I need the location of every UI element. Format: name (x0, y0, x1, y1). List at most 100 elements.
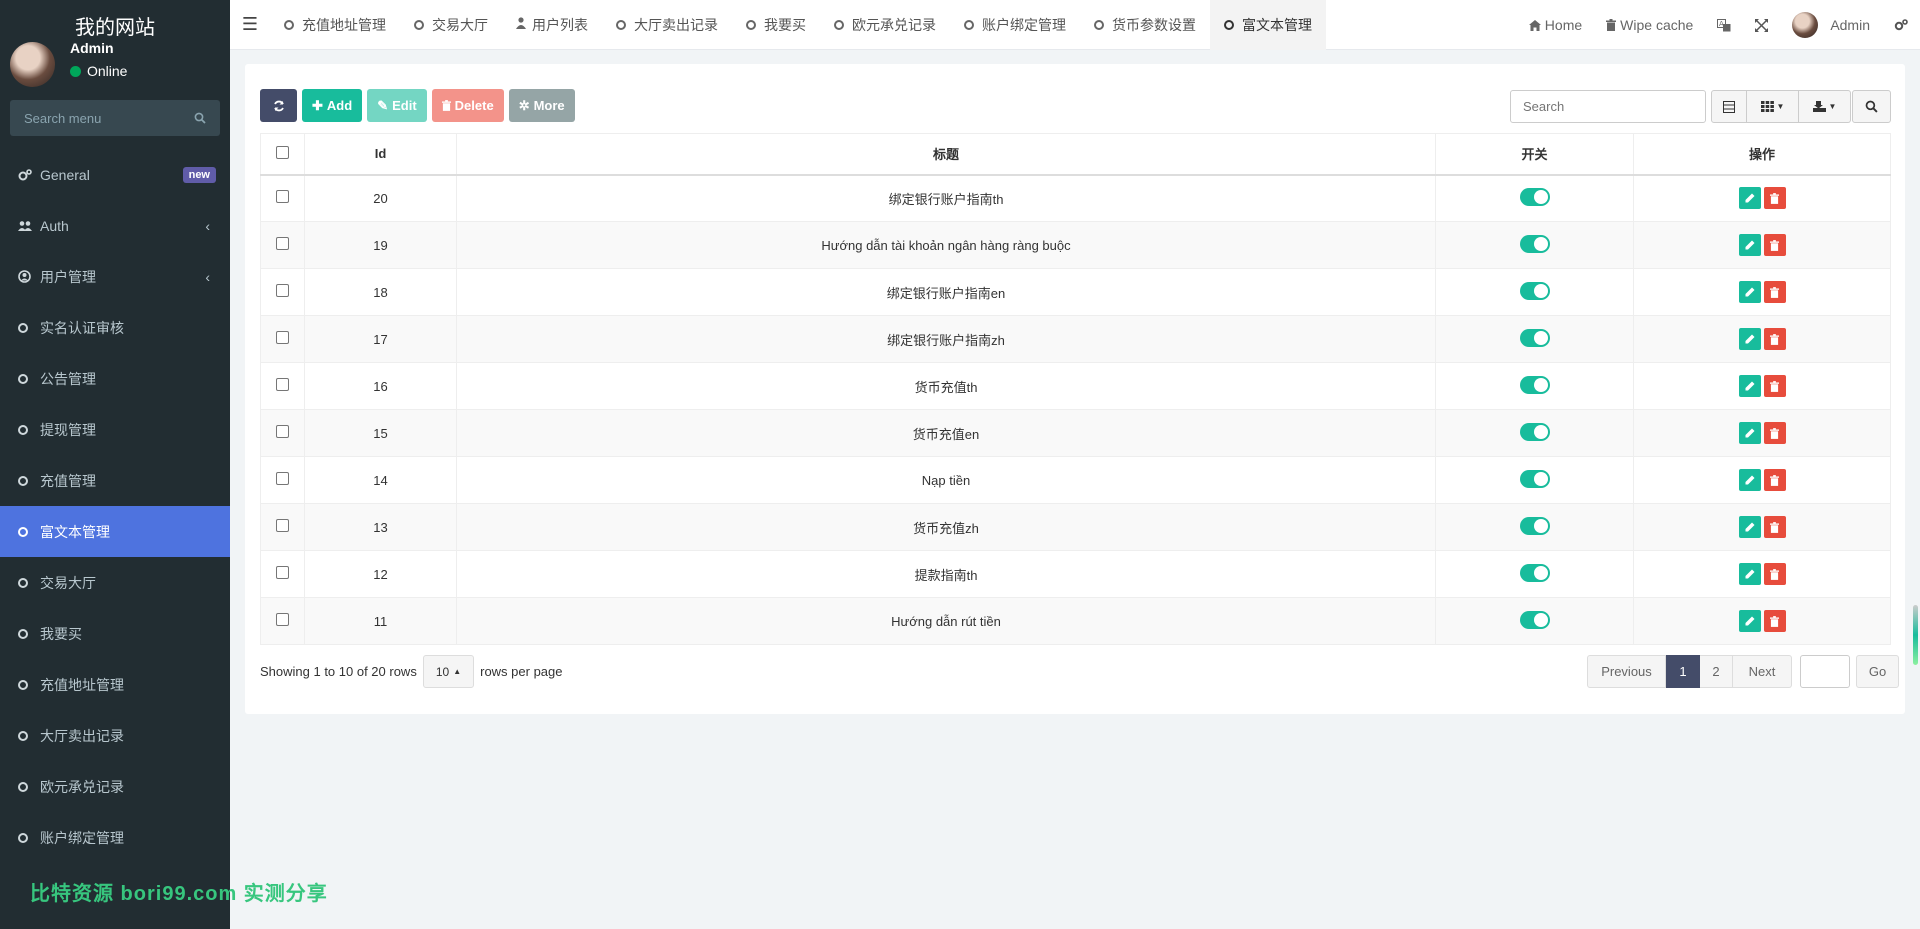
cell-title: 绑定银行账户指南th (456, 174, 1436, 222)
row-delete-button[interactable] (1763, 234, 1786, 256)
columns-dropdown-button[interactable]: ▼ (1747, 90, 1799, 123)
page-jump-input[interactable] (1800, 655, 1850, 688)
row-delete-button[interactable] (1763, 375, 1786, 397)
tab-buy[interactable]: 我要买 (732, 0, 820, 50)
row-checkbox[interactable] (276, 519, 289, 532)
admin-user-menu[interactable]: Admin (1780, 0, 1882, 50)
toggle-switch[interactable] (1519, 328, 1550, 347)
sidebar-item-richtext[interactable]: 富文本管理 (0, 506, 230, 557)
toggle-switch[interactable] (1519, 563, 1550, 582)
sidebar-item-user-management[interactable]: 用户管理 ‹ (0, 251, 230, 302)
row-checkbox[interactable] (276, 237, 289, 250)
row-edit-button[interactable] (1738, 281, 1761, 303)
sidebar-item-realname-review[interactable]: 实名认证审核 (0, 302, 230, 353)
user-status: Online (70, 63, 127, 79)
toggle-switch[interactable] (1519, 234, 1550, 253)
toggle-switch[interactable] (1519, 469, 1550, 488)
sidebar-item-trading-hall[interactable]: 交易大厅 (0, 557, 230, 608)
toggle-switch[interactable] (1519, 610, 1550, 629)
toggle-switch[interactable] (1519, 422, 1550, 441)
row-checkbox[interactable] (276, 566, 289, 579)
menu-toggle-icon[interactable]: ☰ (230, 14, 270, 35)
row-delete-button[interactable] (1763, 516, 1786, 538)
row-checkbox[interactable] (276, 613, 289, 626)
edit-button[interactable]: ✎ Edit (367, 89, 427, 122)
row-checkbox[interactable] (276, 425, 289, 438)
previous-page-button[interactable]: Previous (1587, 655, 1666, 688)
row-checkbox[interactable] (276, 190, 289, 204)
sidebar-item-withdrawals[interactable]: 提现管理 (0, 404, 230, 455)
row-edit-button[interactable] (1738, 187, 1761, 210)
sidebar-item-announcements[interactable]: 公告管理 (0, 353, 230, 404)
tab-label: 充值地址管理 (302, 16, 386, 33)
sidebar-search-input[interactable]: Search menu (10, 100, 220, 136)
row-checkbox[interactable] (276, 331, 289, 344)
row-delete-button[interactable] (1763, 610, 1786, 632)
row-edit-button[interactable] (1738, 422, 1761, 444)
next-page-button[interactable]: Next (1733, 655, 1792, 688)
tab-trading-hall[interactable]: 交易大厅 (400, 0, 502, 50)
column-header-title: 标题 (456, 133, 1436, 176)
row-delete-button[interactable] (1763, 187, 1786, 210)
row-edit-button[interactable] (1738, 516, 1761, 538)
row-delete-button[interactable] (1763, 281, 1786, 303)
page-2-button[interactable]: 2 (1700, 655, 1733, 688)
fullscreen-button[interactable] (1743, 0, 1780, 50)
settings-button[interactable] (1882, 0, 1920, 50)
row-edit-button[interactable] (1738, 469, 1761, 491)
row-checkbox[interactable] (276, 284, 289, 297)
sidebar-item-label: 账户绑定管理 (40, 829, 124, 846)
page-size-dropdown[interactable]: 10 ▲ (422, 655, 475, 688)
home-link[interactable]: Home (1517, 0, 1594, 50)
row-edit-button[interactable] (1738, 328, 1761, 350)
toggle-switch[interactable] (1519, 187, 1550, 206)
sidebar-item-buy[interactable]: 我要买 (0, 608, 230, 659)
toggle-switch[interactable] (1519, 281, 1550, 300)
row-edit-button[interactable] (1738, 563, 1761, 585)
sidebar-item-recharge[interactable]: 充值管理 (0, 455, 230, 506)
wipe-cache-button[interactable]: Wipe cache (1594, 0, 1705, 50)
row-delete-button[interactable] (1763, 422, 1786, 444)
row-checkbox[interactable] (276, 472, 289, 485)
refresh-button[interactable] (260, 89, 297, 122)
tab-hall-sell-records[interactable]: 大厅卖出记录 (602, 0, 732, 50)
go-button[interactable]: Go (1856, 655, 1899, 688)
more-button[interactable]: ✲ More (508, 89, 575, 122)
tab-euro-records[interactable]: 欧元承兑记录 (820, 0, 950, 50)
tab-currency-settings[interactable]: 货币参数设置 (1080, 0, 1210, 50)
row-delete-button[interactable] (1763, 563, 1786, 585)
tab-user-list[interactable]: 用户列表 (502, 0, 602, 50)
row-delete-button[interactable] (1763, 328, 1786, 350)
chevron-left-icon: ‹ (205, 217, 210, 234)
row-checkbox[interactable] (276, 378, 289, 391)
tab-recharge-address[interactable]: 充值地址管理 (270, 0, 400, 50)
caret-down-icon: ▼ (1776, 102, 1785, 111)
page-scrollbar[interactable] (1913, 605, 1918, 665)
sidebar-item-account-binding[interactable]: 账户绑定管理 (0, 812, 230, 863)
table-row: 20 绑定银行账户指南th (260, 174, 1891, 222)
toggle-view-button[interactable] (1711, 90, 1747, 123)
row-edit-button[interactable] (1738, 375, 1761, 397)
sidebar-item-euro-records[interactable]: 欧元承兑记录 (0, 761, 230, 812)
sidebar-item-auth[interactable]: Auth ‹ (0, 200, 230, 251)
advanced-search-button[interactable] (1852, 90, 1891, 123)
row-delete-button[interactable] (1763, 469, 1786, 491)
sidebar-item-hall-sell-records[interactable]: 大厅卖出记录 (0, 710, 230, 761)
toggle-switch[interactable] (1519, 375, 1550, 394)
delete-button[interactable]: Delete (431, 89, 504, 122)
select-all-checkbox[interactable] (276, 145, 289, 159)
trash-icon (1770, 239, 1779, 251)
add-button[interactable]: ✚ Add (302, 89, 363, 122)
sidebar-item-recharge-address[interactable]: 充值地址管理 (0, 659, 230, 710)
row-edit-button[interactable] (1738, 234, 1761, 256)
tab-account-binding[interactable]: 账户绑定管理 (950, 0, 1080, 50)
language-toggle[interactable]: A (1705, 0, 1743, 50)
toggle-switch[interactable] (1519, 516, 1550, 535)
page-1-button[interactable]: 1 (1666, 655, 1700, 688)
row-edit-button[interactable] (1738, 610, 1761, 632)
column-header-id[interactable]: Id (304, 133, 457, 176)
sidebar-item-general[interactable]: General new (0, 149, 230, 200)
table-search-input[interactable] (1510, 90, 1706, 123)
export-dropdown-button[interactable]: ▼ (1799, 90, 1851, 123)
tab-richtext[interactable]: 富文本管理 (1210, 0, 1326, 50)
